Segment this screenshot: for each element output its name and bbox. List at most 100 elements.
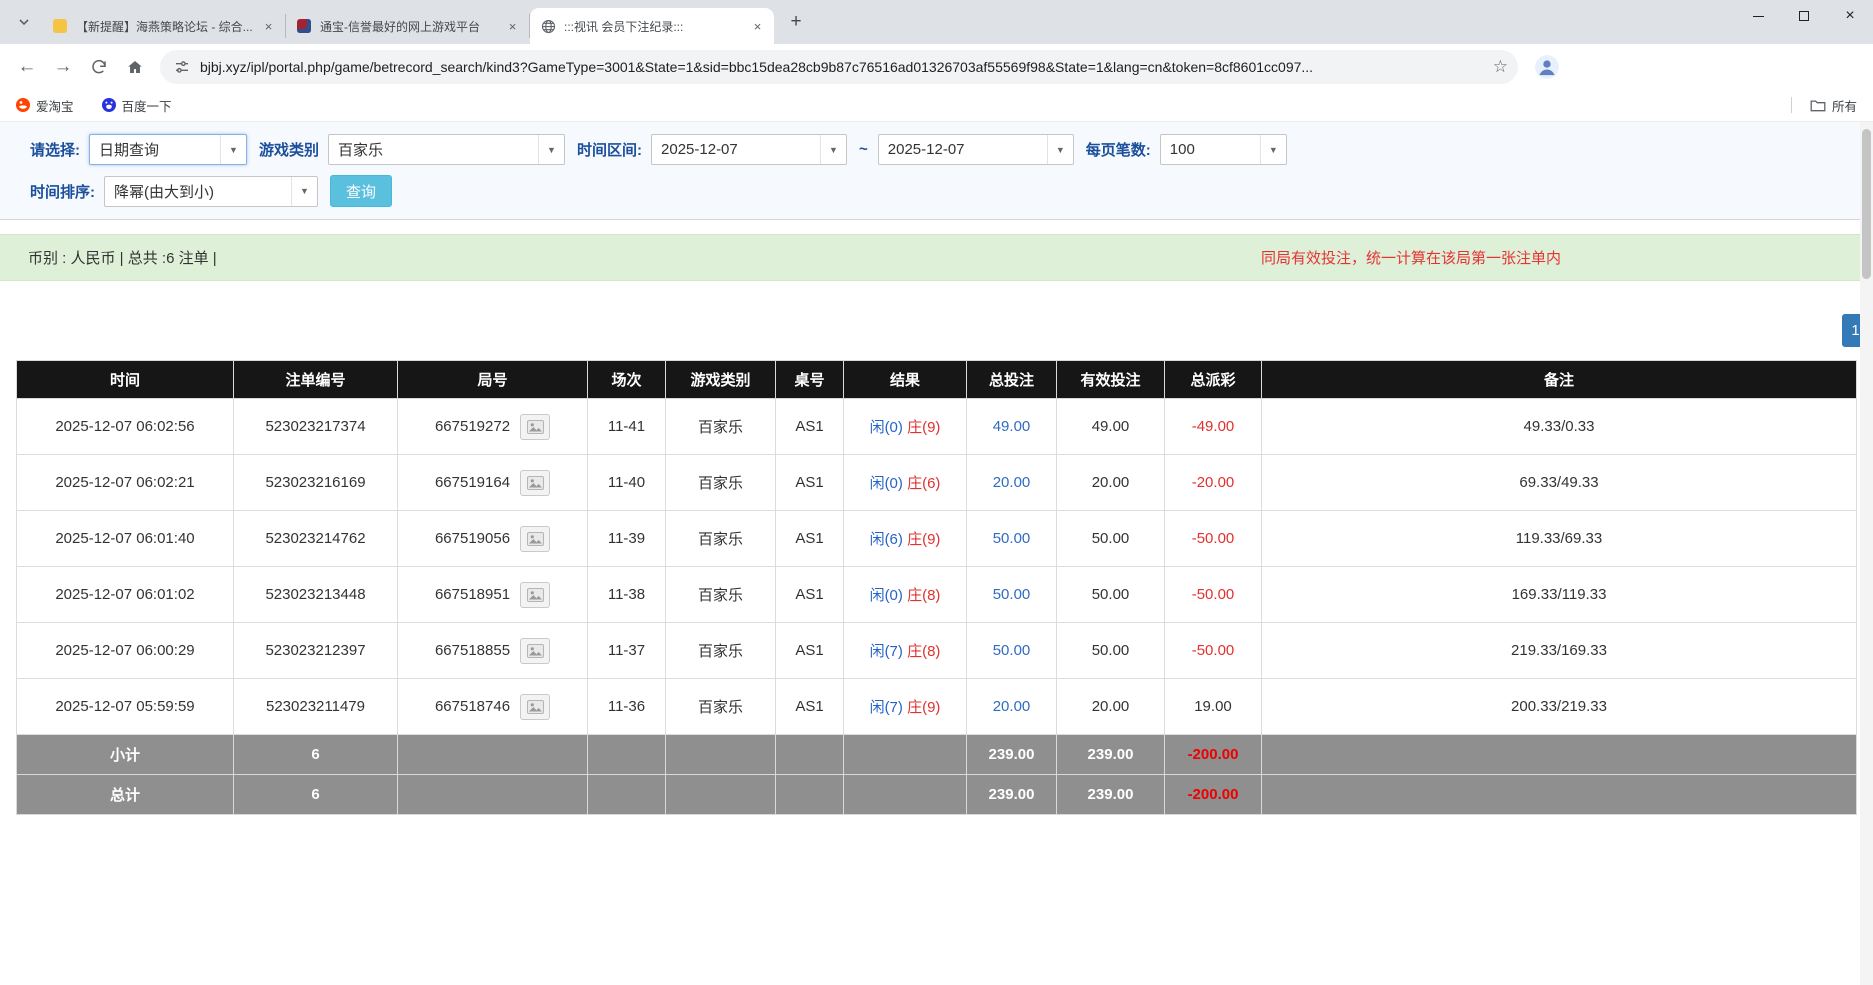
- cell-round: 667519056: [398, 511, 588, 567]
- scrollbar-thumb[interactable]: [1862, 129, 1871, 279]
- tab-title: 通宝-信誉最好的网上游戏平台: [320, 18, 498, 35]
- tab-strip: 【新提醒】海燕策略论坛 - 综合... × 通宝-信誉最好的网上游戏平台 × :…: [0, 0, 1873, 44]
- folder-icon: [1810, 99, 1826, 112]
- sort-dropdown[interactable]: 降幂(由大到小) ▼: [104, 176, 318, 207]
- cell-table: AS1: [776, 455, 844, 511]
- round-image-button[interactable]: [520, 526, 550, 552]
- bookmark-aitaobao[interactable]: 爱淘宝: [12, 93, 78, 117]
- caret-down-icon: ▼: [1047, 135, 1073, 164]
- header-bet-id: 注单编号: [234, 361, 398, 399]
- date-from-dropdown[interactable]: 2025-12-07 ▼: [651, 134, 847, 165]
- total-payout: -200.00: [1165, 775, 1262, 815]
- cell-total-bet: 50.00: [967, 567, 1057, 623]
- total-bet-link[interactable]: 49.00: [993, 418, 1031, 435]
- cell-payout: -50.00: [1165, 623, 1262, 679]
- cell-valid-bet: 50.00: [1057, 567, 1165, 623]
- cell-bet-id: 523023212397: [234, 623, 398, 679]
- all-bookmarks-folder[interactable]: 所有: [1806, 93, 1861, 117]
- browser-tab-active[interactable]: :::视讯 会员下注纪录::: ×: [530, 8, 774, 44]
- page-content: 请选择: 日期查询 ▼ 游戏类别 百家乐 ▼ 时间区间: 2025-12-07 …: [0, 122, 1873, 815]
- maximize-button[interactable]: [1781, 0, 1827, 32]
- round-number: 667519272: [435, 418, 510, 435]
- round-number: 667518855: [435, 642, 510, 659]
- empty-cell: [666, 775, 776, 815]
- cell-time: 2025-12-07 06:00:29: [17, 623, 234, 679]
- date-to-dropdown[interactable]: 2025-12-07 ▼: [878, 134, 1074, 165]
- game-type-dropdown[interactable]: 百家乐 ▼: [328, 134, 565, 165]
- empty-cell: [398, 735, 588, 775]
- globe-icon: [540, 18, 556, 34]
- cell-game-type: 百家乐: [666, 623, 776, 679]
- tab-title: 【新提醒】海燕策略论坛 - 综合...: [76, 18, 254, 35]
- page-size-dropdown[interactable]: 100 ▼: [1160, 134, 1287, 165]
- picture-icon: [527, 700, 544, 714]
- caret-down-icon: ▼: [291, 177, 317, 206]
- cell-payout: -49.00: [1165, 399, 1262, 455]
- empty-cell: [398, 775, 588, 815]
- cell-total-bet: 20.00: [967, 679, 1057, 735]
- url-text[interactable]: bjbj.xyz/ipl/portal.php/game/betrecord_s…: [200, 59, 1483, 75]
- pagination: 1: [0, 314, 1873, 347]
- query-type-dropdown[interactable]: 日期查询 ▼: [89, 134, 247, 165]
- refresh-button[interactable]: [82, 50, 116, 84]
- cell-session: 11-38: [588, 567, 666, 623]
- total-bet-link[interactable]: 50.00: [993, 642, 1031, 659]
- table-row: 2025-12-07 06:02:21 523023216169 6675191…: [17, 455, 1857, 511]
- cell-time: 2025-12-07 06:02:21: [17, 455, 234, 511]
- result-player: 闲(0): [870, 587, 903, 604]
- total-bet-link[interactable]: 20.00: [993, 474, 1031, 491]
- result-banker: 庄(8): [907, 587, 940, 604]
- header-result: 结果: [844, 361, 967, 399]
- round-image-button[interactable]: [520, 414, 550, 440]
- result-banker: 庄(9): [907, 419, 940, 436]
- result-banker: 庄(9): [907, 531, 940, 548]
- total-bet-link[interactable]: 50.00: [993, 530, 1031, 547]
- browser-tab-1[interactable]: 【新提醒】海燕策略论坛 - 综合... ×: [42, 14, 286, 38]
- date-separator: ~: [859, 141, 868, 158]
- address-bar[interactable]: bjbj.xyz/ipl/portal.php/game/betrecord_s…: [160, 50, 1518, 84]
- round-image-button[interactable]: [520, 470, 550, 496]
- tab-close-icon[interactable]: ×: [260, 18, 277, 35]
- empty-cell: [588, 775, 666, 815]
- bookmark-star-icon[interactable]: ☆: [1493, 57, 1508, 77]
- total-bet-link[interactable]: 50.00: [993, 586, 1031, 603]
- cell-note: 119.33/69.33: [1262, 511, 1857, 567]
- cell-table: AS1: [776, 623, 844, 679]
- minimize-button[interactable]: [1735, 0, 1781, 32]
- empty-cell: [776, 775, 844, 815]
- home-button[interactable]: [118, 50, 152, 84]
- cell-session: 11-37: [588, 623, 666, 679]
- forward-button[interactable]: →: [46, 50, 80, 84]
- result-player: 闲(0): [870, 419, 903, 436]
- tab-close-icon[interactable]: ×: [749, 18, 766, 35]
- round-image-button[interactable]: [520, 638, 550, 664]
- search-button[interactable]: 查询: [330, 175, 392, 207]
- round-image-button[interactable]: [520, 582, 550, 608]
- bookmark-baidu[interactable]: 百度一下: [98, 93, 176, 117]
- empty-cell: [776, 735, 844, 775]
- date-to-value: 2025-12-07: [879, 141, 1047, 158]
- page-size-label: 每页笔数:: [1086, 139, 1151, 160]
- cell-time: 2025-12-07 05:59:59: [17, 679, 234, 735]
- round-image-button[interactable]: [520, 694, 550, 720]
- page-scrollbar[interactable]: [1860, 122, 1873, 985]
- tab-close-icon[interactable]: ×: [504, 18, 521, 35]
- total-bet-link[interactable]: 20.00: [993, 698, 1031, 715]
- browser-tab-2[interactable]: 通宝-信誉最好的网上游戏平台 ×: [286, 14, 530, 38]
- bookmarks-bar: 爱淘宝 百度一下 所有: [0, 89, 1873, 122]
- table-row: 2025-12-07 06:01:02 523023213448 6675189…: [17, 567, 1857, 623]
- profile-button[interactable]: [1532, 52, 1562, 82]
- close-window-button[interactable]: ×: [1827, 0, 1873, 32]
- cell-time: 2025-12-07 06:01:02: [17, 567, 234, 623]
- cell-valid-bet: 49.00: [1057, 399, 1165, 455]
- header-note: 备注: [1262, 361, 1857, 399]
- new-tab-button[interactable]: +: [782, 8, 810, 36]
- picture-icon: [527, 588, 544, 602]
- result-player: 闲(7): [870, 699, 903, 716]
- tab-search-button[interactable]: [10, 8, 38, 36]
- cell-game-type: 百家乐: [666, 511, 776, 567]
- back-button[interactable]: ←: [10, 50, 44, 84]
- cell-time: 2025-12-07 06:01:40: [17, 511, 234, 567]
- back-icon: ←: [18, 56, 37, 78]
- select-type-label: 请选择:: [30, 139, 80, 160]
